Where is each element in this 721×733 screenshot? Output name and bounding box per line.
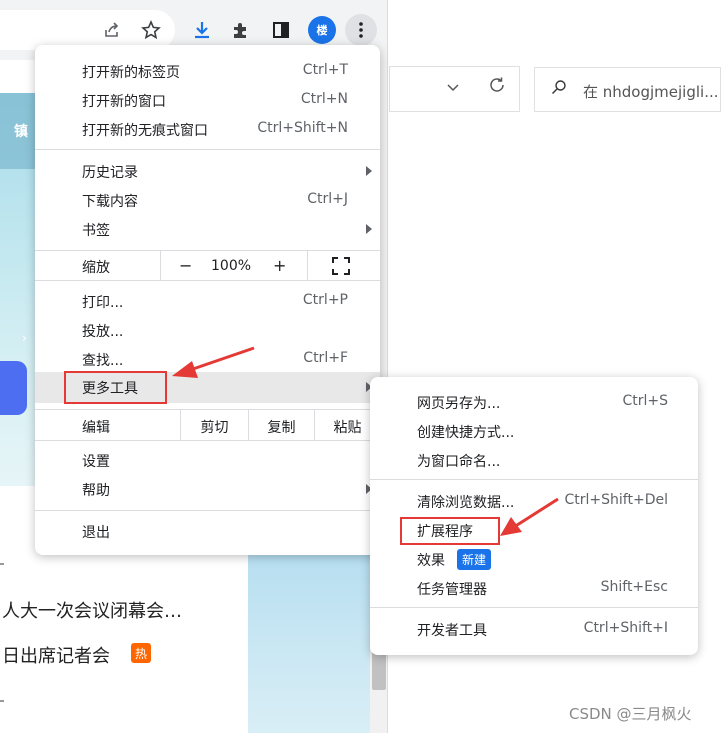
zoom-label: 缩放	[82, 260, 110, 276]
menu-shortcut: Ctrl+F	[303, 350, 348, 366]
profile-avatar[interactable]: 楼	[308, 16, 336, 44]
copy-button[interactable]: 复制	[249, 417, 314, 439]
submenu-item-label: 效果	[417, 553, 445, 569]
menu-item-new-incognito-window[interactable]: 打开新的无痕式窗口 Ctrl+Shift+N	[35, 115, 380, 144]
menu-item-label: 退出	[82, 525, 110, 541]
menu-item-label: 书签	[82, 223, 110, 239]
menu-shortcut: Ctrl+Shift+Del	[564, 492, 668, 508]
submenu-item-create-shortcut[interactable]: 创建快捷方式...	[370, 418, 698, 445]
menu-divider	[370, 479, 698, 480]
menu-divider	[35, 280, 380, 281]
new-badge: 新建	[457, 549, 492, 570]
menu-item-label: 帮助	[82, 483, 110, 499]
chevron-down-icon[interactable]	[446, 79, 460, 98]
menu-shortcut: Shift+Esc	[600, 579, 668, 595]
zoom-divider	[307, 251, 308, 280]
menu-shortcut: Ctrl+N	[300, 91, 348, 107]
chevron-right-icon[interactable]: ›	[22, 331, 27, 345]
download-icon[interactable]	[186, 14, 218, 46]
menu-shortcut: Ctrl+Shift+N	[257, 120, 348, 136]
submenu-item-clear-browsing-data[interactable]: 清除浏览数据... Ctrl+Shift+Del	[370, 488, 698, 515]
submenu-item-label: 清除浏览数据...	[417, 495, 515, 511]
menu-item-label: 历史记录	[82, 165, 138, 181]
submenu-arrow-icon	[366, 224, 372, 234]
path-dropdown[interactable]	[389, 66, 520, 112]
news-headline[interactable]: 日出席记者会	[2, 642, 110, 668]
menu-item-label: 设置	[82, 454, 110, 470]
menu-divider	[35, 510, 380, 511]
menu-divider	[35, 440, 380, 441]
submenu-item-performance[interactable]: 效果 新建	[370, 546, 698, 573]
menu-item-label: 打开新的标签页	[82, 65, 180, 81]
bullet-mark	[0, 563, 4, 565]
edit-label: 编辑	[82, 420, 110, 436]
menu-item-new-tab[interactable]: 打开新的标签页 Ctrl+T	[35, 57, 380, 86]
menu-divider	[370, 607, 698, 608]
submenu-arrow-icon	[366, 166, 372, 176]
cut-button[interactable]: 剪切	[181, 417, 248, 439]
fullscreen-icon[interactable]	[332, 257, 350, 275]
submenu-item-label: 任务管理器	[417, 582, 487, 598]
star-icon[interactable]	[135, 14, 167, 46]
menu-item-cast[interactable]: 投放...	[35, 316, 380, 345]
blue-action-button[interactable]	[0, 361, 27, 415]
search-icon	[551, 79, 567, 99]
menu-item-downloads[interactable]: 下载内容 Ctrl+J	[35, 186, 380, 215]
menu-item-find[interactable]: 查找... Ctrl+F	[35, 345, 380, 374]
refresh-icon[interactable]	[488, 76, 506, 99]
side-panel-icon[interactable]	[265, 14, 297, 46]
bullet-mark	[0, 700, 4, 702]
menu-item-label: 查找...	[82, 353, 124, 369]
banner-nav-text[interactable]: 镇	[14, 121, 28, 141]
watermark-text: CSDN @三月枫火	[569, 705, 692, 723]
menu-shortcut: Ctrl+T	[302, 62, 348, 78]
submenu-item-developer-tools[interactable]: 开发者工具 Ctrl+Shift+I	[370, 616, 698, 643]
annotation-box-extensions	[400, 517, 500, 545]
submenu-item-save-page-as[interactable]: 网页另存为... Ctrl+S	[370, 389, 698, 416]
search-input[interactable]: 在 nhdogjmejigli...	[534, 67, 721, 112]
menu-shortcut: Ctrl+Shift+I	[583, 620, 668, 636]
chrome-main-menu: 打开新的标签页 Ctrl+T 打开新的窗口 Ctrl+N 打开新的无痕式窗口 C…	[35, 45, 380, 555]
submenu-item-label: 开发者工具	[417, 623, 487, 639]
submenu-item-task-manager[interactable]: 任务管理器 Shift+Esc	[370, 575, 698, 602]
menu-item-settings[interactable]: 设置	[35, 446, 380, 475]
news-headline[interactable]: 人大一次会议闭幕会…	[2, 597, 182, 623]
annotation-box-more-tools	[64, 371, 167, 404]
menu-item-new-window[interactable]: 打开新的窗口 Ctrl+N	[35, 86, 380, 115]
menu-divider	[35, 149, 380, 150]
menu-item-help[interactable]: 帮助	[35, 475, 380, 504]
menu-item-label: 打开新的窗口	[82, 94, 166, 110]
menu-divider	[35, 250, 380, 251]
menu-item-label: 打开新的无痕式窗口	[82, 123, 208, 139]
menu-divider	[35, 409, 380, 410]
submenu-item-label: 创建快捷方式...	[417, 425, 515, 441]
submenu-item-label: 为窗口命名...	[417, 454, 501, 470]
submenu-item-label: 网页另存为...	[417, 396, 501, 412]
zoom-row: 缩放	[35, 252, 380, 280]
menu-item-exit[interactable]: 退出	[35, 517, 380, 546]
menu-item-history[interactable]: 历史记录	[35, 157, 380, 186]
search-placeholder: 在 nhdogjmejigli...	[583, 83, 719, 101]
menu-item-print[interactable]: 打印... Ctrl+P	[35, 287, 380, 316]
zoom-value: 100%	[211, 258, 252, 274]
extensions-icon[interactable]	[225, 14, 257, 46]
zoom-in-button[interactable]: +	[273, 256, 286, 275]
menu-shortcut: Ctrl+P	[302, 292, 348, 308]
more-tools-submenu: 网页另存为... Ctrl+S 创建快捷方式... 为窗口命名... 清除浏览数…	[370, 377, 698, 655]
hot-badge: 热	[131, 643, 151, 663]
menu-shortcut: Ctrl+S	[622, 393, 668, 409]
menu-item-label: 投放...	[82, 324, 124, 340]
menu-item-bookmarks[interactable]: 书签	[35, 215, 380, 244]
submenu-item-name-window[interactable]: 为窗口命名...	[370, 447, 698, 474]
kebab-menu-icon[interactable]	[345, 14, 377, 46]
zoom-out-button[interactable]: −	[179, 256, 192, 275]
share-icon[interactable]	[96, 14, 128, 46]
zoom-divider	[160, 251, 161, 280]
menu-item-label: 打印...	[82, 295, 124, 311]
menu-item-label: 下载内容	[82, 194, 138, 210]
menu-shortcut: Ctrl+J	[307, 191, 348, 207]
